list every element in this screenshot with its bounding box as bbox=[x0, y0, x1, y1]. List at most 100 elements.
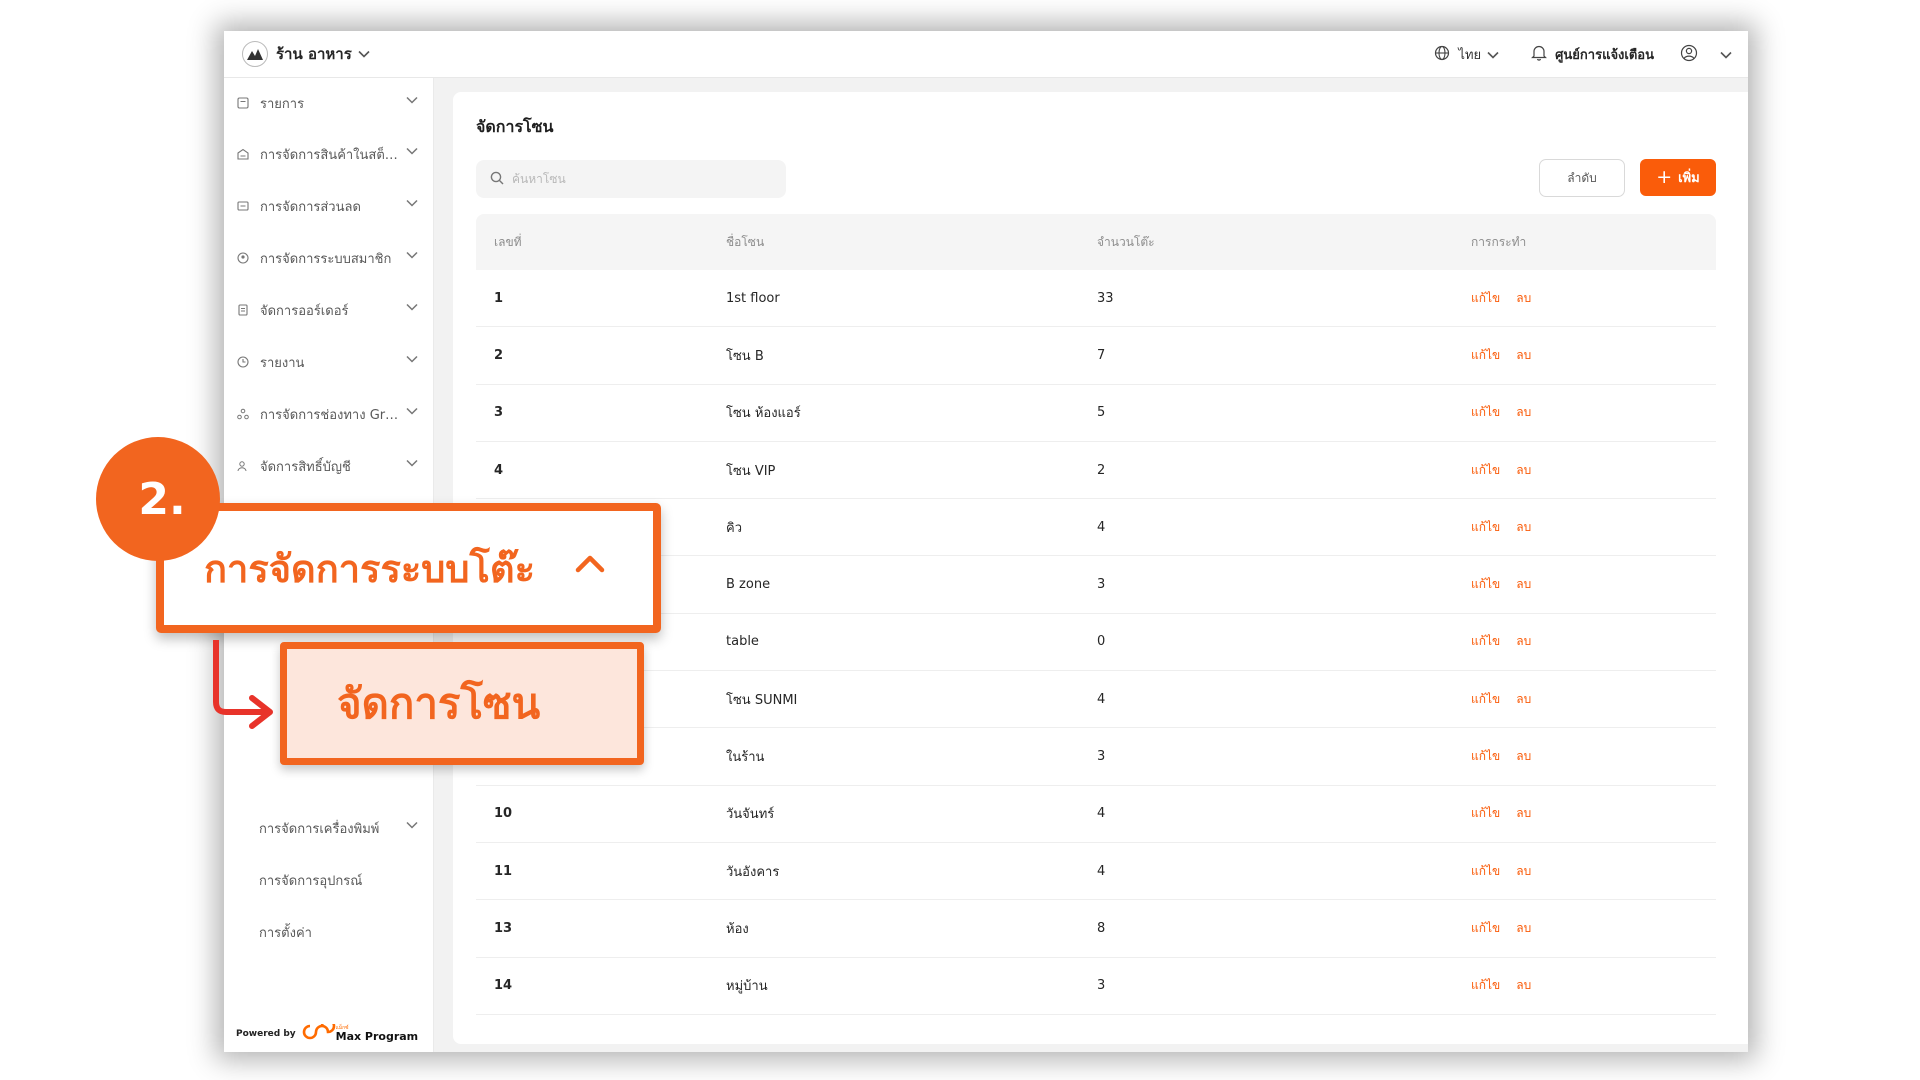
column-header-table-count: จำนวนโต๊ะ bbox=[1097, 234, 1155, 249]
arrow-icon bbox=[213, 640, 273, 729]
delete-link[interactable]: ลบ bbox=[1516, 692, 1531, 706]
delete-link[interactable]: ลบ bbox=[1516, 463, 1531, 477]
row-number: 10 bbox=[494, 806, 513, 822]
zone-name: ห้อง bbox=[726, 921, 749, 937]
delete-link[interactable]: ลบ bbox=[1516, 520, 1531, 534]
store-switcher[interactable]: ร้าน อาหาร bbox=[242, 41, 370, 67]
sidebar-item-printers[interactable]: การจัดการเครื่องพิมพ์ bbox=[224, 806, 434, 850]
table-count: 3 bbox=[1097, 749, 1106, 765]
column-header-number: เลขที่ bbox=[494, 234, 522, 249]
sidebar-item-account-permissions[interactable]: จัดการสิทธิ์บัญชี bbox=[224, 444, 434, 488]
chevron-down-icon bbox=[406, 147, 418, 155]
brand-name: Max Program bbox=[335, 1030, 419, 1043]
edit-link[interactable]: แก้ไข bbox=[1471, 348, 1500, 362]
chevron-down-icon bbox=[406, 355, 418, 363]
powered-by-footer: Powered by แม็กซ์ Max Program bbox=[236, 1018, 419, 1044]
row-actions: แก้ไข ลบ bbox=[1469, 862, 1716, 881]
sidebar-item-label: การจัดการระบบสมาชิก bbox=[260, 251, 392, 267]
callout-zone-management[interactable]: จัดการโซน bbox=[280, 642, 644, 765]
zone-name: คิว bbox=[726, 520, 742, 536]
sidebar-item-label: จัดการออร์เดอร์ bbox=[260, 303, 349, 319]
delete-link[interactable]: ลบ bbox=[1516, 864, 1531, 878]
edit-link[interactable]: แก้ไข bbox=[1471, 405, 1500, 419]
delete-link[interactable]: ลบ bbox=[1516, 921, 1531, 935]
sidebar-item-label: รายการ bbox=[260, 96, 305, 112]
table-row: 14 หมู่บ้าน 3 แก้ไข ลบ bbox=[476, 958, 1716, 1015]
table-row: 13 ห้อง 8 แก้ไข ลบ bbox=[476, 900, 1716, 958]
zone-name: หมู่บ้าน bbox=[726, 979, 768, 995]
delete-link[interactable]: ลบ bbox=[1516, 806, 1531, 820]
search-input[interactable] bbox=[512, 172, 762, 186]
column-header-zone-name: ชื่อโซน bbox=[726, 234, 765, 249]
sidebar-item-devices[interactable]: การจัดการอุปกรณ์ bbox=[224, 858, 434, 902]
table-row: B zone 3 แก้ไข ลบ bbox=[476, 556, 1716, 614]
zone-name: โซน B bbox=[726, 348, 764, 364]
edit-link[interactable]: แก้ไข bbox=[1471, 520, 1500, 534]
channel-icon bbox=[236, 408, 250, 420]
callout-table-system-menu[interactable]: การจัดการระบบโต๊ะ bbox=[156, 503, 661, 633]
edit-link[interactable]: แก้ไข bbox=[1471, 577, 1500, 591]
table-count: 0 bbox=[1097, 634, 1106, 650]
sidebar-item-members[interactable]: การจัดการระบบสมาชิก bbox=[224, 236, 434, 280]
order-icon bbox=[236, 304, 250, 316]
edit-link[interactable]: แก้ไข bbox=[1471, 291, 1500, 305]
table-count: 5 bbox=[1097, 405, 1106, 421]
edit-link[interactable]: แก้ไข bbox=[1471, 634, 1500, 648]
edit-link[interactable]: แก้ไข bbox=[1471, 692, 1500, 706]
row-number: 3 bbox=[494, 405, 504, 421]
search-box[interactable] bbox=[476, 160, 786, 198]
chevron-down-icon bbox=[406, 303, 418, 311]
chevron-down-icon bbox=[1720, 51, 1732, 59]
add-zone-button[interactable]: + เพิ่ม bbox=[1640, 159, 1716, 196]
table-row: 1 1st floor 33 แก้ไข ลบ bbox=[476, 270, 1716, 328]
globe-icon bbox=[1434, 45, 1450, 65]
zone-table: เลขที่ ชื่อโซน จำนวนโต๊ะ การกระทำ 1 1st f… bbox=[476, 214, 1716, 1015]
user-menu[interactable] bbox=[1680, 44, 1732, 66]
sidebar-item-orders[interactable]: จัดการออร์เดอร์ bbox=[224, 288, 434, 332]
delete-link[interactable]: ลบ bbox=[1516, 978, 1531, 992]
discount-icon bbox=[236, 200, 250, 212]
page-title: จัดการโซน bbox=[476, 117, 554, 136]
table-row: โซน SUNMI 4 แก้ไข ลบ bbox=[476, 671, 1716, 729]
row-number: 1 bbox=[494, 290, 504, 306]
delete-link[interactable]: ลบ bbox=[1516, 405, 1531, 419]
edit-link[interactable]: แก้ไข bbox=[1471, 921, 1500, 935]
sidebar-item-grab-channel[interactable]: การจัดการช่องทาง Grab bbox=[224, 392, 434, 436]
table-row: 4 โซน VIP 2 แก้ไข ลบ bbox=[476, 442, 1716, 500]
add-button-label: เพิ่ม bbox=[1678, 171, 1700, 186]
delete-link[interactable]: ลบ bbox=[1516, 291, 1531, 305]
notification-center-label: ศูนย์การแจ้งเตือน bbox=[1555, 48, 1654, 63]
sidebar-item-settings[interactable]: การตั้งค่า bbox=[224, 910, 434, 954]
table-row: table 0 แก้ไข ลบ bbox=[476, 614, 1716, 672]
edit-link[interactable]: แก้ไข bbox=[1471, 864, 1500, 878]
sidebar-item-reports[interactable]: รายงาน bbox=[224, 340, 434, 384]
chevron-down-icon bbox=[1487, 51, 1499, 59]
delete-link[interactable]: ลบ bbox=[1516, 749, 1531, 763]
delete-link[interactable]: ลบ bbox=[1516, 348, 1531, 362]
callout-menu-label: การจัดการระบบโต๊ะ bbox=[204, 546, 536, 591]
clock-icon bbox=[236, 356, 250, 368]
sort-button[interactable]: ลำดับ bbox=[1539, 159, 1625, 197]
table-count: 33 bbox=[1097, 290, 1114, 306]
chevron-down-icon bbox=[406, 821, 418, 829]
sidebar-item-label: การตั้งค่า bbox=[259, 925, 312, 941]
row-actions: แก้ไข ลบ bbox=[1469, 461, 1716, 480]
sidebar-item-list[interactable]: รายการ bbox=[224, 81, 434, 125]
zone-name: วันจันทร์ bbox=[726, 807, 775, 823]
edit-link[interactable]: แก้ไข bbox=[1471, 978, 1500, 992]
edit-link[interactable]: แก้ไข bbox=[1471, 463, 1500, 477]
plus-icon: + bbox=[1656, 166, 1673, 188]
language-selector[interactable]: ไทย bbox=[1434, 44, 1499, 65]
sidebar-item-discount[interactable]: การจัดการส่วนลด bbox=[224, 184, 434, 228]
sidebar-item-label: รายงาน bbox=[260, 355, 305, 371]
sidebar-item-label: การจัดการสินค้าในสต็อก bbox=[260, 147, 400, 163]
edit-link[interactable]: แก้ไข bbox=[1471, 806, 1500, 820]
row-number: 2 bbox=[494, 347, 504, 363]
delete-link[interactable]: ลบ bbox=[1516, 634, 1531, 648]
table-count: 3 bbox=[1097, 577, 1106, 593]
edit-link[interactable]: แก้ไข bbox=[1471, 749, 1500, 763]
notification-center[interactable]: ศูนย์การแจ้งเตือน bbox=[1531, 44, 1654, 65]
sidebar-item-stock[interactable]: การจัดการสินค้าในสต็อก bbox=[224, 132, 434, 176]
row-number: 4 bbox=[494, 462, 504, 478]
delete-link[interactable]: ลบ bbox=[1516, 577, 1531, 591]
